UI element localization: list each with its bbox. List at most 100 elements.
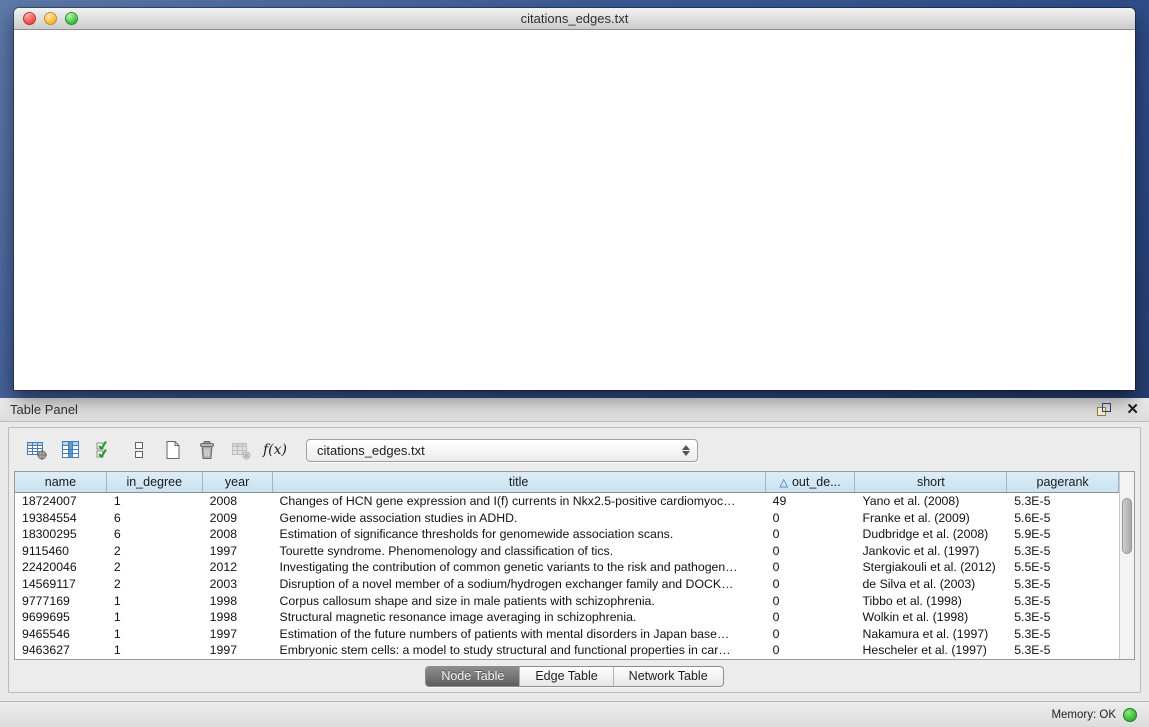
cell-title[interactable]: Tourette syndrome. Phenomenology and cla… (273, 543, 766, 560)
table-row[interactable]: 911546021997Tourette syndrome. Phenomeno… (15, 543, 1119, 560)
column-header-out_de[interactable]: △out_de... (766, 472, 856, 492)
table-row[interactable]: 1872400712008Changes of HCN gene express… (15, 493, 1119, 510)
cell-out_de[interactable]: 49 (766, 493, 856, 510)
cell-name[interactable]: 14569117 (15, 576, 107, 593)
cell-pagerank[interactable]: 5.3E-5 (1007, 543, 1119, 560)
table-row[interactable]: 1830029562008Estimation of significance … (15, 526, 1119, 543)
cell-title[interactable]: Changes of HCN gene expression and I(f) … (273, 493, 766, 510)
table-row[interactable]: 946362711997Embryonic stem cells: a mode… (15, 642, 1119, 659)
new-column-button[interactable] (156, 436, 190, 464)
cell-in_degree[interactable]: 1 (107, 642, 203, 659)
cell-out_de[interactable]: 0 (766, 642, 856, 659)
cell-short[interactable]: Franke et al. (2009) (855, 510, 1007, 527)
column-header-name[interactable]: name (15, 472, 107, 492)
minimize-window-button[interactable] (44, 12, 57, 25)
cell-short[interactable]: Jankovic et al. (1997) (855, 543, 1007, 560)
tab-network-table[interactable]: Network Table (613, 667, 723, 686)
cell-short[interactable]: de Silva et al. (2003) (855, 576, 1007, 593)
table-row[interactable]: 946554611997Estimation of the future num… (15, 626, 1119, 643)
cell-out_de[interactable]: 0 (766, 559, 856, 576)
table-row[interactable]: 977716911998Corpus callosum shape and si… (15, 593, 1119, 610)
cell-pagerank[interactable]: 5.3E-5 (1007, 642, 1119, 659)
table-mode-button[interactable] (20, 436, 54, 464)
cell-out_de[interactable]: 0 (766, 543, 856, 560)
cell-short[interactable]: Tibbo et al. (1998) (855, 593, 1007, 610)
cell-year[interactable]: 1997 (203, 626, 273, 643)
cell-year[interactable]: 2008 (203, 493, 273, 510)
cell-title[interactable]: Corpus callosum shape and size in male p… (273, 593, 766, 610)
select-columns-button[interactable] (88, 436, 122, 464)
cell-out_de[interactable]: 0 (766, 609, 856, 626)
cell-short[interactable]: Yano et al. (2008) (855, 493, 1007, 510)
cell-short[interactable]: Stergiakouli et al. (2012) (855, 559, 1007, 576)
cell-in_degree[interactable]: 1 (107, 593, 203, 610)
cell-year[interactable]: 1997 (203, 642, 273, 659)
cell-pagerank[interactable]: 5.6E-5 (1007, 510, 1119, 527)
cell-in_degree[interactable]: 2 (107, 543, 203, 560)
cell-year[interactable]: 1998 (203, 593, 273, 610)
cell-out_de[interactable]: 0 (766, 626, 856, 643)
cell-short[interactable]: Wolkin et al. (1998) (855, 609, 1007, 626)
table-row[interactable]: 969969511998Structural magnetic resonanc… (15, 609, 1119, 626)
cell-pagerank[interactable]: 5.3E-5 (1007, 493, 1119, 510)
cell-in_degree[interactable]: 1 (107, 626, 203, 643)
cell-name[interactable]: 9465546 (15, 626, 107, 643)
cell-name[interactable]: 9777169 (15, 593, 107, 610)
cell-year[interactable]: 2003 (203, 576, 273, 593)
cell-title[interactable]: Structural magnetic resonance image aver… (273, 609, 766, 626)
cell-year[interactable]: 1997 (203, 543, 273, 560)
cell-title[interactable]: Disruption of a novel member of a sodium… (273, 576, 766, 593)
table-row[interactable]: 1456911722003Disruption of a novel membe… (15, 576, 1119, 593)
tab-node-table[interactable]: Node Table (426, 667, 519, 686)
cell-pagerank[interactable]: 5.3E-5 (1007, 593, 1119, 610)
cell-name[interactable]: 9699695 (15, 609, 107, 626)
cell-short[interactable]: Hescheler et al. (1997) (855, 642, 1007, 659)
network-canvas[interactable] (14, 30, 1133, 388)
cell-pagerank[interactable]: 5.3E-5 (1007, 576, 1119, 593)
cell-pagerank[interactable]: 5.3E-5 (1007, 626, 1119, 643)
table-row[interactable]: 2242004622012Investigating the contribut… (15, 559, 1119, 576)
table-selector-dropdown[interactable]: citations_edges.txt (306, 439, 698, 462)
cell-name[interactable]: 18300295 (15, 526, 107, 543)
column-header-in_degree[interactable]: in_degree (107, 472, 203, 492)
cell-name[interactable]: 9463627 (15, 642, 107, 659)
window-titlebar[interactable]: citations_edges.txt (14, 8, 1135, 30)
cell-in_degree[interactable]: 1 (107, 609, 203, 626)
cell-name[interactable]: 18724007 (15, 493, 107, 510)
column-header-title[interactable]: title (273, 472, 766, 492)
cell-year[interactable]: 2008 (203, 526, 273, 543)
scrollbar-thumb[interactable] (1122, 498, 1132, 554)
cell-in_degree[interactable]: 6 (107, 510, 203, 527)
cell-out_de[interactable]: 0 (766, 510, 856, 527)
cell-year[interactable]: 2012 (203, 559, 273, 576)
cell-pagerank[interactable]: 5.9E-5 (1007, 526, 1119, 543)
function-builder-button[interactable]: f(x) (258, 436, 292, 464)
cell-out_de[interactable]: 0 (766, 576, 856, 593)
cell-in_degree[interactable]: 2 (107, 576, 203, 593)
cell-title[interactable]: Genome-wide association studies in ADHD. (273, 510, 766, 527)
cell-in_degree[interactable]: 1 (107, 493, 203, 510)
float-panel-icon[interactable] (1097, 403, 1112, 417)
column-header-pagerank[interactable]: pagerank (1007, 472, 1119, 492)
close-window-button[interactable] (23, 12, 36, 25)
row-height-button[interactable] (122, 436, 156, 464)
memory-status-indicator[interactable] (1123, 708, 1137, 722)
column-header-year[interactable]: year (203, 472, 273, 492)
delete-table-button[interactable] (224, 436, 258, 464)
cell-out_de[interactable]: 0 (766, 526, 856, 543)
cell-title[interactable]: Embryonic stem cells: a model to study s… (273, 642, 766, 659)
table-row[interactable]: 1938455462009Genome-wide association stu… (15, 510, 1119, 527)
table-scrollbar[interactable] (1119, 472, 1134, 659)
cell-short[interactable]: Nakamura et al. (1997) (855, 626, 1007, 643)
cell-title[interactable]: Investigating the contribution of common… (273, 559, 766, 576)
cell-pagerank[interactable]: 5.3E-5 (1007, 609, 1119, 626)
zoom-window-button[interactable] (65, 12, 78, 25)
cell-year[interactable]: 1998 (203, 609, 273, 626)
cell-short[interactable]: Dudbridge et al. (2008) (855, 526, 1007, 543)
cell-name[interactable]: 22420046 (15, 559, 107, 576)
delete-column-button[interactable] (190, 436, 224, 464)
cell-pagerank[interactable]: 5.5E-5 (1007, 559, 1119, 576)
close-panel-icon[interactable]: ✕ (1126, 403, 1139, 417)
cell-in_degree[interactable]: 2 (107, 559, 203, 576)
cell-in_degree[interactable]: 6 (107, 526, 203, 543)
